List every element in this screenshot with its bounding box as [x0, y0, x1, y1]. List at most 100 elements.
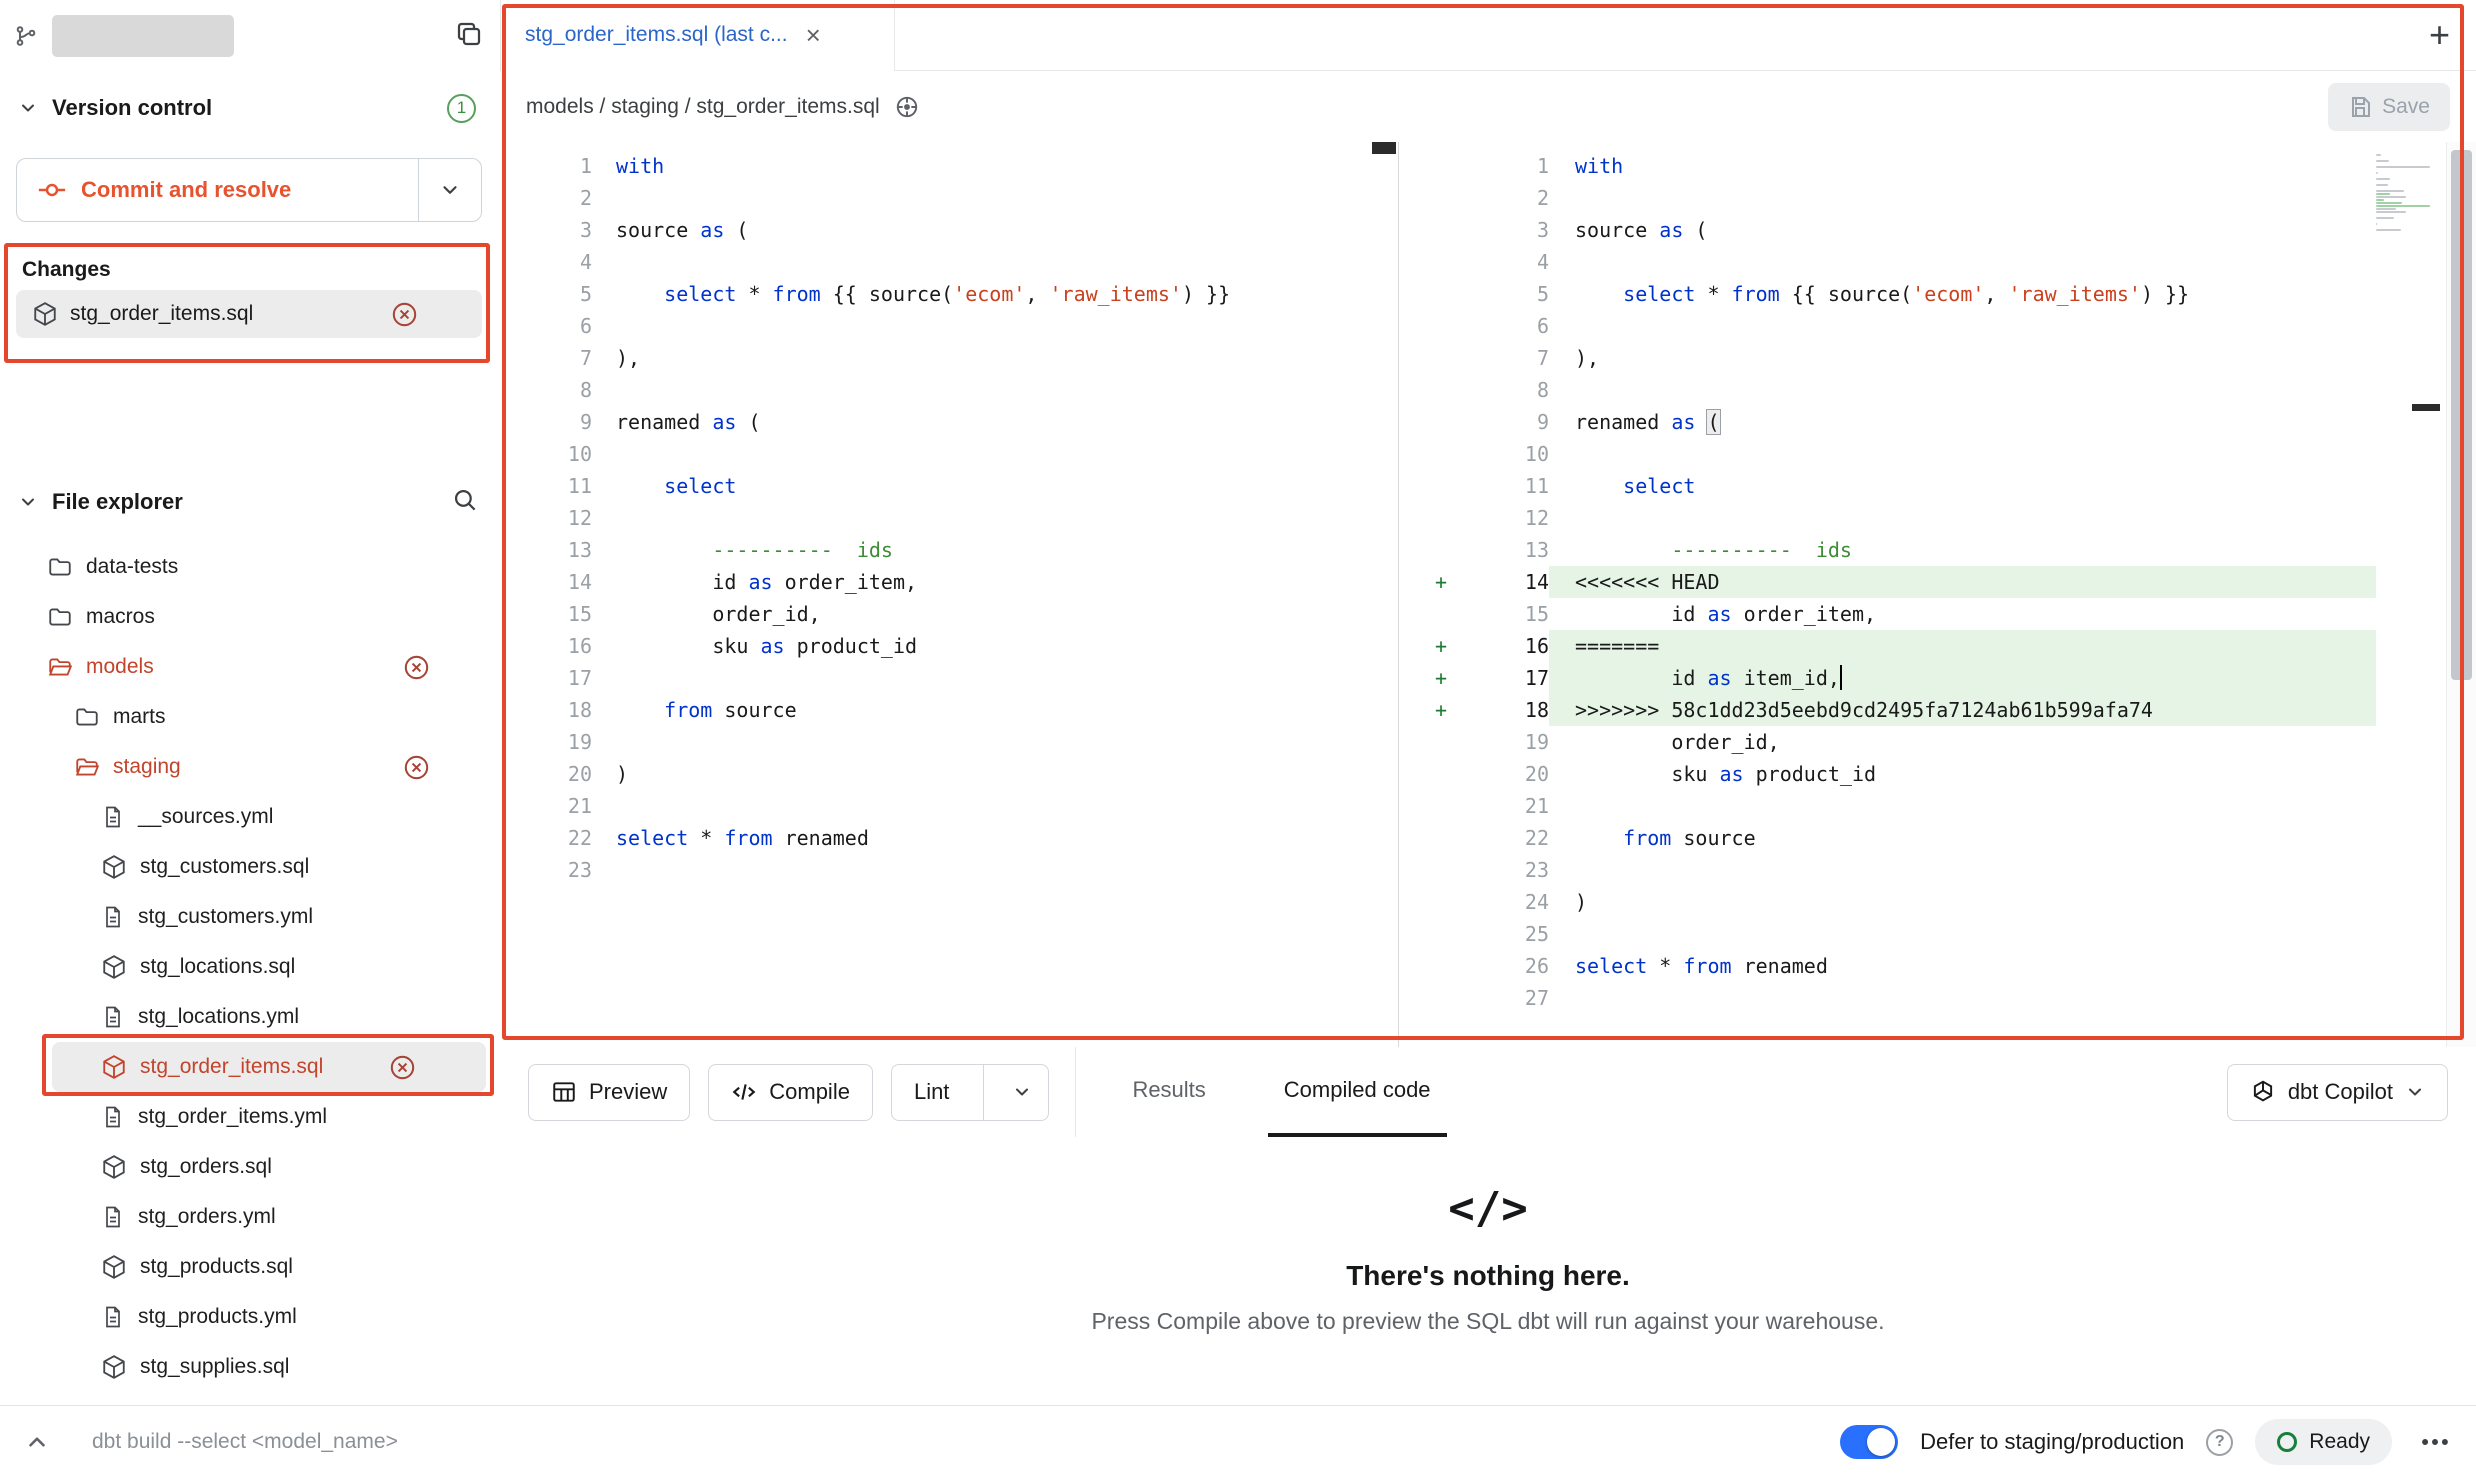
- code-line[interactable]: 7),: [1399, 342, 2376, 374]
- code-line[interactable]: +18>>>>>>> 58c1dd23d5eebd9cd2495fa7124ab…: [1399, 694, 2376, 726]
- code-line[interactable]: 3source as (: [500, 214, 1398, 246]
- editor-scrollbar[interactable]: [2446, 142, 2476, 1047]
- compile-button[interactable]: Compile: [708, 1064, 873, 1121]
- code-line[interactable]: 11 select: [1399, 470, 2376, 502]
- minimap[interactable]: [2376, 142, 2446, 1047]
- changed-file-row[interactable]: stg_order_items.sql: [16, 290, 482, 338]
- code-line[interactable]: 6: [1399, 310, 2376, 342]
- file-tree-item-stg-locations-sql[interactable]: stg_locations.sql: [0, 942, 500, 992]
- lint-dropdown-button[interactable]: [996, 1065, 1048, 1120]
- revert-file-icon[interactable]: [403, 654, 430, 681]
- file-tree-item-stg-supplies-sql[interactable]: stg_supplies.sql: [0, 1342, 500, 1392]
- code-line[interactable]: 6: [500, 310, 1398, 342]
- code-line[interactable]: 16 sku as product_id: [500, 630, 1398, 662]
- code-line[interactable]: 10: [1399, 438, 2376, 470]
- code-line[interactable]: 14 id as order_item,: [500, 566, 1398, 598]
- code-line[interactable]: 12: [500, 502, 1398, 534]
- code-line[interactable]: 13 ---------- ids: [1399, 534, 2376, 566]
- code-line[interactable]: +14<<<<<<< HEAD: [1399, 566, 2376, 598]
- commit-dropdown-button[interactable]: [419, 159, 481, 221]
- code-line[interactable]: 1with: [500, 150, 1398, 182]
- revert-file-icon[interactable]: [389, 1054, 416, 1081]
- file-tree-item-models[interactable]: models: [0, 642, 500, 692]
- chevron-up-icon[interactable]: [24, 1429, 50, 1455]
- code-line[interactable]: 19: [500, 726, 1398, 758]
- code-line[interactable]: 24): [1399, 886, 2376, 918]
- tab-compiled-code[interactable]: Compiled code: [1268, 1047, 1447, 1137]
- diff-pane-right[interactable]: 1with23source as (45 select * from {{ so…: [1399, 142, 2376, 1047]
- scrollbar-thumb[interactable]: [2451, 150, 2472, 680]
- code-line[interactable]: 8: [1399, 374, 2376, 406]
- preview-button[interactable]: Preview: [528, 1064, 690, 1121]
- file-tree-item-stg-locations-yml[interactable]: stg_locations.yml: [0, 992, 500, 1042]
- file-explorer-header[interactable]: File explorer: [18, 480, 484, 524]
- code-line[interactable]: 22 from source: [1399, 822, 2376, 854]
- code-line[interactable]: +16=======: [1399, 630, 2376, 662]
- version-control-header[interactable]: Version control 1: [18, 86, 484, 130]
- code-line[interactable]: 2: [1399, 182, 2376, 214]
- command-input[interactable]: dbt build --select <model_name>: [92, 1430, 398, 1454]
- code-line[interactable]: 8: [500, 374, 1398, 406]
- code-line[interactable]: 25: [1399, 918, 2376, 950]
- code-line[interactable]: 23: [1399, 854, 2376, 886]
- lint-button[interactable]: Lint: [891, 1064, 1049, 1121]
- file-tree-item--sources-yml[interactable]: __sources.yml: [0, 792, 500, 842]
- workspace-icon[interactable]: [14, 24, 38, 48]
- code-line[interactable]: 11 select: [500, 470, 1398, 502]
- code-line[interactable]: 4: [1399, 246, 2376, 278]
- file-tree-item-stg-products-sql[interactable]: stg_products.sql: [0, 1242, 500, 1292]
- code-line[interactable]: 21: [500, 790, 1398, 822]
- file-tree-item-stg-orders-sql[interactable]: stg_orders.sql: [0, 1142, 500, 1192]
- code-line[interactable]: 5 select * from {{ source('ecom', 'raw_i…: [1399, 278, 2376, 310]
- code-line[interactable]: 18 from source: [500, 694, 1398, 726]
- code-line[interactable]: 2: [500, 182, 1398, 214]
- code-line[interactable]: 5 select * from {{ source('ecom', 'raw_i…: [500, 278, 1398, 310]
- code-line[interactable]: +17 id as item_id,: [1399, 662, 2376, 694]
- code-line[interactable]: 19 order_id,: [1399, 726, 2376, 758]
- new-tab-button[interactable]: +: [2429, 17, 2450, 53]
- copy-icon[interactable]: [454, 19, 484, 54]
- code-line[interactable]: 9renamed as (: [1399, 406, 2376, 438]
- more-options-button[interactable]: [2418, 1425, 2452, 1459]
- search-icon[interactable]: [451, 486, 478, 518]
- code-line[interactable]: 13 ---------- ids: [500, 534, 1398, 566]
- code-line[interactable]: 23: [500, 854, 1398, 886]
- status-ready[interactable]: Ready: [2255, 1419, 2392, 1465]
- code-line[interactable]: 1with: [1399, 150, 2376, 182]
- code-line[interactable]: 10: [500, 438, 1398, 470]
- code-line[interactable]: 26select * from renamed: [1399, 950, 2376, 982]
- dbt-copilot-button[interactable]: dbt Copilot: [2227, 1064, 2448, 1121]
- code-line[interactable]: 15 id as order_item,: [1399, 598, 2376, 630]
- code-line[interactable]: 21: [1399, 790, 2376, 822]
- file-tree-item-stg-customers-yml[interactable]: stg_customers.yml: [0, 892, 500, 942]
- tab-results[interactable]: Results: [1116, 1047, 1221, 1137]
- file-tree-item-stg-order-items-yml[interactable]: stg_order_items.yml: [0, 1092, 500, 1142]
- file-tree-item-staging[interactable]: staging: [0, 742, 500, 792]
- code-line[interactable]: 9renamed as (: [500, 406, 1398, 438]
- file-tree-item-marts[interactable]: marts: [0, 692, 500, 742]
- close-icon[interactable]: ×: [806, 20, 821, 51]
- code-line[interactable]: 20 sku as product_id: [1399, 758, 2376, 790]
- revert-file-icon[interactable]: [391, 301, 418, 328]
- diff-pane-left[interactable]: 1with23source as (45 select * from {{ so…: [500, 142, 1399, 1047]
- code-line[interactable]: 27: [1399, 982, 2376, 1014]
- save-button[interactable]: Save: [2328, 83, 2450, 131]
- code-line[interactable]: 22select * from renamed: [500, 822, 1398, 854]
- file-tree-item-stg-products-yml[interactable]: stg_products.yml: [0, 1292, 500, 1342]
- defer-toggle[interactable]: [1840, 1425, 1898, 1459]
- tab-stg-order-items[interactable]: stg_order_items.sql (last c... ×: [500, 0, 895, 71]
- code-line[interactable]: 15 order_id,: [500, 598, 1398, 630]
- file-tree-item-stg-order-items-sql[interactable]: stg_order_items.sql: [52, 1042, 486, 1092]
- file-tree-item-stg-customers-sql[interactable]: stg_customers.sql: [0, 842, 500, 892]
- file-tree-item-macros[interactable]: macros: [0, 592, 500, 642]
- revert-file-icon[interactable]: [403, 754, 430, 781]
- code-line[interactable]: 7),: [500, 342, 1398, 374]
- commit-and-resolve-button[interactable]: Commit and resolve: [16, 158, 482, 222]
- code-line[interactable]: 20): [500, 758, 1398, 790]
- help-icon[interactable]: ?: [2206, 1429, 2233, 1456]
- file-tree-item-stg-orders-yml[interactable]: stg_orders.yml: [0, 1192, 500, 1242]
- file-tree-item-data-tests[interactable]: data-tests: [0, 542, 500, 592]
- code-line[interactable]: 12: [1399, 502, 2376, 534]
- code-line[interactable]: 3source as (: [1399, 214, 2376, 246]
- code-line[interactable]: 4: [500, 246, 1398, 278]
